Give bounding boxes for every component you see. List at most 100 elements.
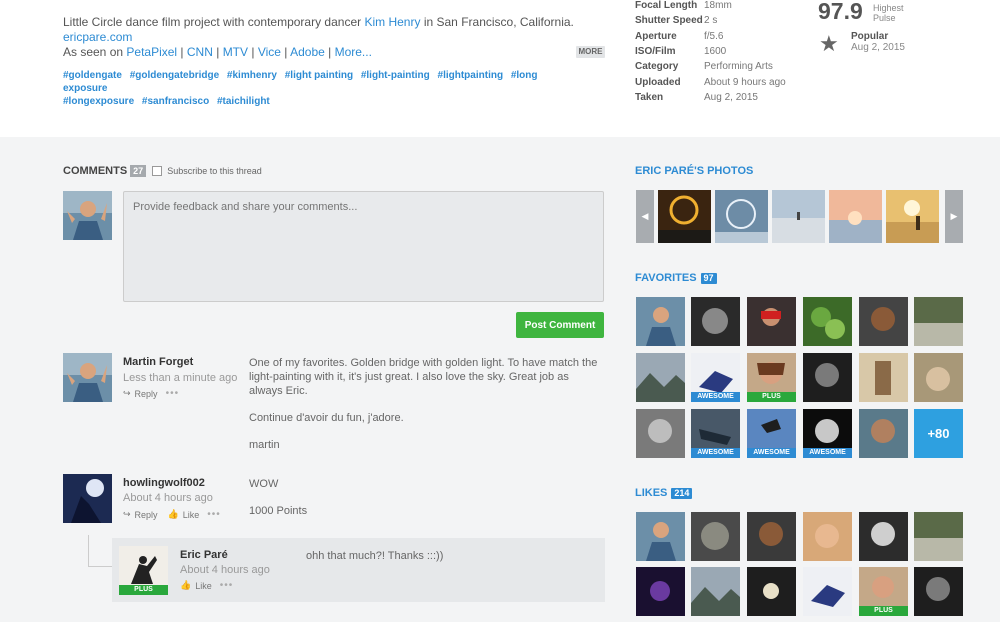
meta-row: Uploaded About 9 hours ago [635,77,805,91]
avatar-image [803,567,852,616]
photo-thumbnail[interactable] [715,190,768,243]
user-avatar[interactable] [859,512,908,561]
user-avatar[interactable] [803,297,852,346]
comment-author[interactable]: Martin Forget [123,356,193,368]
user-avatar[interactable] [914,567,963,616]
user-avatar[interactable] [747,512,796,561]
avatar[interactable] [63,474,112,523]
user-avatar[interactable]: PLUS [859,567,908,616]
avatar-image [636,512,685,561]
user-avatar[interactable] [636,409,685,458]
tag-link[interactable]: #light painting [285,70,353,81]
more-button[interactable]: MORE [576,46,605,58]
reply-button[interactable]: Reply [135,389,158,399]
thumbs-up-icon[interactable]: 👍 [180,580,191,591]
meta-key: ISO/Film [635,46,676,57]
tag-link[interactable]: #kimhenry [227,70,277,81]
meta-value: About 9 hours ago [704,77,786,88]
user-avatar[interactable] [914,353,963,402]
tag-link[interactable]: #light-painting [361,70,430,81]
user-avatar[interactable] [859,353,908,402]
carousel-next-button[interactable]: ▶ [945,190,963,243]
user-avatar[interactable]: AWESOME [803,409,852,458]
user-avatar[interactable] [636,297,685,346]
avatar[interactable] [63,353,112,402]
like-button[interactable]: Like [183,510,200,520]
user-avatar[interactable] [636,353,685,402]
section-title-text[interactable]: ERIC PARÉ'S PHOTOS [635,165,753,177]
awesome-badge: AWESOME [803,448,852,458]
press-link-petapixel[interactable]: PetaPixel [126,45,177,59]
more-options-icon[interactable]: ••• [166,388,180,399]
comment-input[interactable] [123,191,604,302]
user-avatar[interactable] [636,512,685,561]
avatar[interactable]: PLUS [119,546,168,595]
user-avatar[interactable] [747,567,796,616]
avatar-image [859,353,908,402]
likes-section-title[interactable]: LIKES 214 [635,487,693,499]
user-avatar[interactable]: AWESOME [691,409,740,458]
website-link[interactable]: ericpare.com [63,30,132,44]
user-avatar[interactable] [803,512,852,561]
press-link-more[interactable]: More... [335,45,372,59]
press-link-cnn[interactable]: CNN [187,45,213,59]
comment-actions: ↪ Reply ••• [123,388,179,399]
post-comment-button[interactable]: Post Comment [516,312,604,338]
user-avatar[interactable] [803,353,852,402]
press-link-adobe[interactable]: Adobe [290,45,325,59]
comment-body: ohh that much?! Thanks :::)) [306,550,444,562]
tag-link[interactable]: #lightpainting [438,70,504,81]
photos-section-title[interactable]: ERIC PARÉ'S PHOTOS [635,165,753,177]
pulse-label-line: Pulse [873,13,896,23]
photo-thumbnail[interactable] [772,190,825,243]
thread-line [88,566,112,567]
user-avatar[interactable]: AWESOME [747,409,796,458]
user-avatar[interactable] [859,409,908,458]
meta-row: Shutter Speed 2 s [635,15,805,29]
tag-link[interactable]: #goldengate [63,70,122,81]
dancer-link[interactable]: Kim Henry [364,15,420,29]
photo-image [772,190,825,243]
like-button[interactable]: Like [195,581,212,591]
user-avatar[interactable] [747,297,796,346]
press-link-mtv[interactable]: MTV [223,45,248,59]
tag-link[interactable]: #longexposure [63,96,134,107]
subscribe-label[interactable]: Subscribe to this thread [167,166,262,176]
user-avatar[interactable]: PLUS [747,353,796,402]
user-avatar[interactable] [691,512,740,561]
press-link-vice[interactable]: Vice [258,45,281,59]
plus-badge: PLUS [859,606,908,616]
avatar[interactable] [63,191,112,240]
user-avatar[interactable] [859,297,908,346]
comment-author[interactable]: howlingwolf002 [123,477,205,489]
subscribe-checkbox[interactable] [152,166,163,176]
more-options-icon[interactable]: ••• [220,580,234,591]
avatar-image [63,474,112,523]
comment-paragraph: One of my favorites. Golden bridge with … [249,357,598,397]
favorites-section-title[interactable]: FAVORITES 97 [635,272,717,284]
photo-thumbnail[interactable] [886,190,939,243]
user-avatar[interactable] [636,567,685,616]
section-title-text[interactable]: LIKES [635,487,667,499]
meta-value: Performing Arts [704,61,773,72]
user-avatar[interactable]: AWESOME [691,353,740,402]
reply-icon[interactable]: ↪ [123,509,131,520]
tag-link[interactable]: #goldengatebridge [130,70,219,81]
tag-link[interactable]: #taichilight [217,96,270,107]
user-avatar[interactable] [914,512,963,561]
tag-link[interactable]: #sanfrancisco [142,96,209,107]
carousel-prev-button[interactable]: ◀ [636,190,654,243]
section-title-text[interactable]: FAVORITES [635,272,697,284]
user-avatar[interactable] [691,297,740,346]
comment-author[interactable]: Eric Paré [180,549,228,561]
user-avatar[interactable] [691,567,740,616]
more-options-icon[interactable]: ••• [207,509,221,520]
thumbs-up-icon[interactable]: 👍 [168,509,179,520]
photo-thumbnail[interactable] [658,190,711,243]
user-avatar[interactable] [803,567,852,616]
user-avatar[interactable] [914,297,963,346]
reply-icon[interactable]: ↪ [123,388,131,399]
more-favorites-button[interactable]: +80 [914,409,963,458]
reply-button[interactable]: Reply [135,510,158,520]
photo-thumbnail[interactable] [829,190,882,243]
